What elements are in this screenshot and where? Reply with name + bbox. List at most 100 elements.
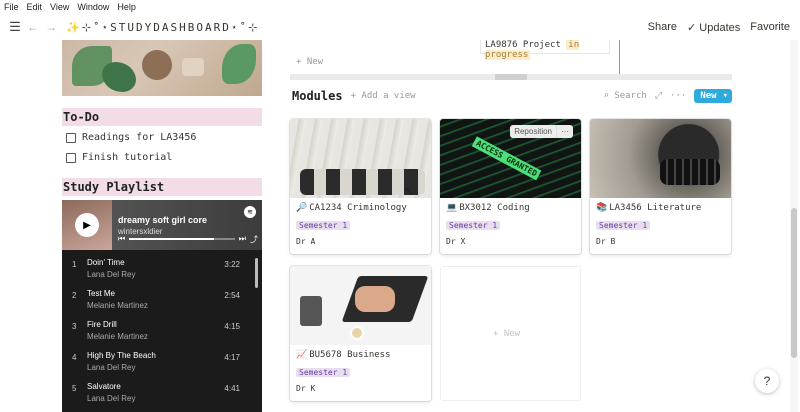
new-row-button[interactable]: + New: [296, 57, 323, 67]
track-artist: Lana Del Rey: [87, 394, 136, 403]
hamburger-menu-icon[interactable]: ☰: [6, 18, 24, 36]
plant-shape: [102, 62, 136, 92]
updates-button[interactable]: ✓ Updates: [687, 21, 740, 34]
track-artist: Melanie Martinez: [87, 301, 148, 310]
horizontal-scrollbar[interactable]: [290, 74, 732, 80]
mouse-cursor-icon: ↖: [404, 184, 415, 198]
todo-item[interactable]: Finish tutorial: [66, 152, 172, 163]
new-button-label: New: [700, 91, 717, 101]
check-icon: ✓: [686, 21, 697, 34]
new-card-button[interactable]: + New: [440, 266, 581, 401]
track-list-scrollbar[interactable]: [255, 258, 258, 288]
card-title: 💻 BX3012 Coding: [446, 203, 530, 213]
track-title: Salvatore: [87, 382, 121, 391]
search-button[interactable]: ⌕ Search: [603, 91, 646, 101]
play-icon[interactable]: ▶: [75, 213, 99, 237]
typewriter-keys-shape: [660, 159, 720, 185]
cup-shape: [182, 58, 204, 76]
laptop-icon: 💻: [446, 203, 458, 213]
menu-file[interactable]: File: [4, 2, 19, 12]
track-title: Test Me: [87, 289, 116, 298]
menu-view[interactable]: View: [50, 2, 69, 12]
track-title: Fire Drill: [87, 320, 117, 329]
track-artist: Lana Del Rey: [87, 270, 136, 279]
new-button[interactable]: New ▾: [694, 89, 732, 103]
playlist-name[interactable]: dreamy soft girl core: [118, 215, 207, 225]
todo-item-label: Finish tutorial: [82, 152, 173, 163]
search-icon: ⌕: [603, 91, 609, 101]
checkbox[interactable]: [66, 152, 76, 163]
progress-fill: [129, 238, 214, 240]
track-row[interactable]: 2 Test Me Melanie Martinez 2:54: [62, 285, 262, 316]
progress-bar[interactable]: [129, 238, 235, 240]
card-title: 📈 BU5678 Business: [296, 350, 391, 360]
new-card-label: + New: [493, 329, 521, 339]
magnifier-icon: 🔎: [296, 203, 308, 213]
page-scrollbar[interactable]: [790, 40, 798, 412]
next-track-icon[interactable]: ⏭: [239, 234, 246, 244]
modules-title[interactable]: Modules: [292, 89, 343, 103]
share-button[interactable]: Share: [648, 21, 677, 33]
favorite-button[interactable]: Favorite: [750, 21, 790, 33]
spotify-embed: ▶ dreamy soft girl core wintersxldier ≋ …: [62, 200, 262, 412]
professor: Dr B: [596, 237, 616, 246]
chevron-down-icon[interactable]: ▾: [723, 91, 728, 101]
spotify-logo-icon[interactable]: ≋: [244, 206, 256, 218]
professor: Dr X: [446, 237, 466, 246]
track-row[interactable]: 4 High By The Beach Lana Del Rey 4:17: [62, 347, 262, 378]
todo-heading: To-Do: [62, 108, 262, 126]
scrollbar-thumb[interactable]: [791, 208, 797, 358]
add-view-button[interactable]: + Add a view: [351, 91, 416, 101]
left-column: To-Do Readings for LA3456 Finish tutoria…: [62, 40, 262, 412]
track-duration: 3:22: [224, 260, 240, 269]
track-row[interactable]: 3 Fire Drill Melanie Martinez 4:15: [62, 316, 262, 347]
previous-table-view: LA9876 Project in progress + New: [290, 40, 732, 82]
track-duration: 4:41: [224, 384, 240, 393]
scrollbar-thumb[interactable]: [495, 74, 527, 80]
module-card[interactable]: ACCESS GRANTED Reposition ··· 💻 BX3012 Co…: [440, 119, 581, 254]
more-icon[interactable]: ···: [670, 91, 686, 101]
track-title: High By The Beach: [87, 351, 156, 360]
previous-track-icon[interactable]: ⏮: [118, 234, 125, 244]
row-title: LA9876 Project: [485, 40, 561, 50]
card-title-text: CA1234 Criminology: [309, 203, 407, 213]
menu-help[interactable]: Help: [117, 2, 136, 12]
card-title: 🔎 CA1234 Criminology: [296, 203, 407, 213]
playlist-cover: ▶: [62, 200, 112, 250]
topbar-actions: Share ✓ Updates Favorite: [648, 14, 790, 40]
todo-item[interactable]: Readings for LA3456: [66, 132, 196, 143]
module-card[interactable]: 📈 BU5678 Business Semester 1 Dr K: [290, 266, 431, 401]
track-number: 2: [72, 291, 77, 300]
share-icon[interactable]: ⤴: [250, 234, 258, 245]
search-label: Search: [614, 91, 647, 101]
card-title: 📚 LA3456 Literature: [596, 203, 701, 213]
menu-edit[interactable]: Edit: [27, 2, 43, 12]
modules-toolbar: ⌕ Search ⤢ ··· New ▾: [603, 88, 732, 104]
module-card[interactable]: 📚 LA3456 Literature Semester 1 Dr B: [590, 119, 731, 254]
back-arrow-icon[interactable]: ←: [24, 18, 42, 36]
track-number: 1: [72, 260, 77, 269]
track-list: 1 Doin' Time Lana Del Rey 3:22 2 Test Me…: [62, 250, 262, 409]
os-menubar: File Edit View Window Help: [0, 0, 800, 14]
coffee-cup-shape: [350, 326, 364, 340]
menu-window[interactable]: Window: [77, 2, 109, 12]
modules-header: Modules + Add a view ⌕ Search ⤢ ··· New …: [292, 88, 732, 104]
books-icon: 📚: [596, 203, 608, 213]
card-machine-shape: [300, 296, 322, 326]
pot-shape: [142, 50, 172, 80]
track-row[interactable]: 1 Doin' Time Lana Del Rey 3:22: [62, 254, 262, 285]
page-title[interactable]: ✨⊹˚⋆STUDYDASHBOARD⋆˚⊹: [66, 21, 259, 34]
table-row[interactable]: LA9876 Project in progress: [480, 40, 610, 60]
semester-tag: Semester 1: [296, 221, 351, 230]
expand-icon[interactable]: ⤢: [655, 91, 662, 101]
track-duration: 2:54: [224, 291, 240, 300]
help-button[interactable]: ?: [755, 369, 779, 393]
checkbox[interactable]: [66, 132, 76, 143]
track-row[interactable]: 5 Salvatore Lana Del Rey 4:41: [62, 378, 262, 409]
forward-arrow-icon[interactable]: →: [42, 18, 60, 36]
track-number: 4: [72, 353, 77, 362]
track-number: 5: [72, 384, 77, 393]
playlist-meta: dreamy soft girl core wintersxldier: [118, 215, 207, 236]
more-icon[interactable]: ···: [556, 125, 573, 138]
reposition-button[interactable]: Reposition: [510, 125, 556, 138]
